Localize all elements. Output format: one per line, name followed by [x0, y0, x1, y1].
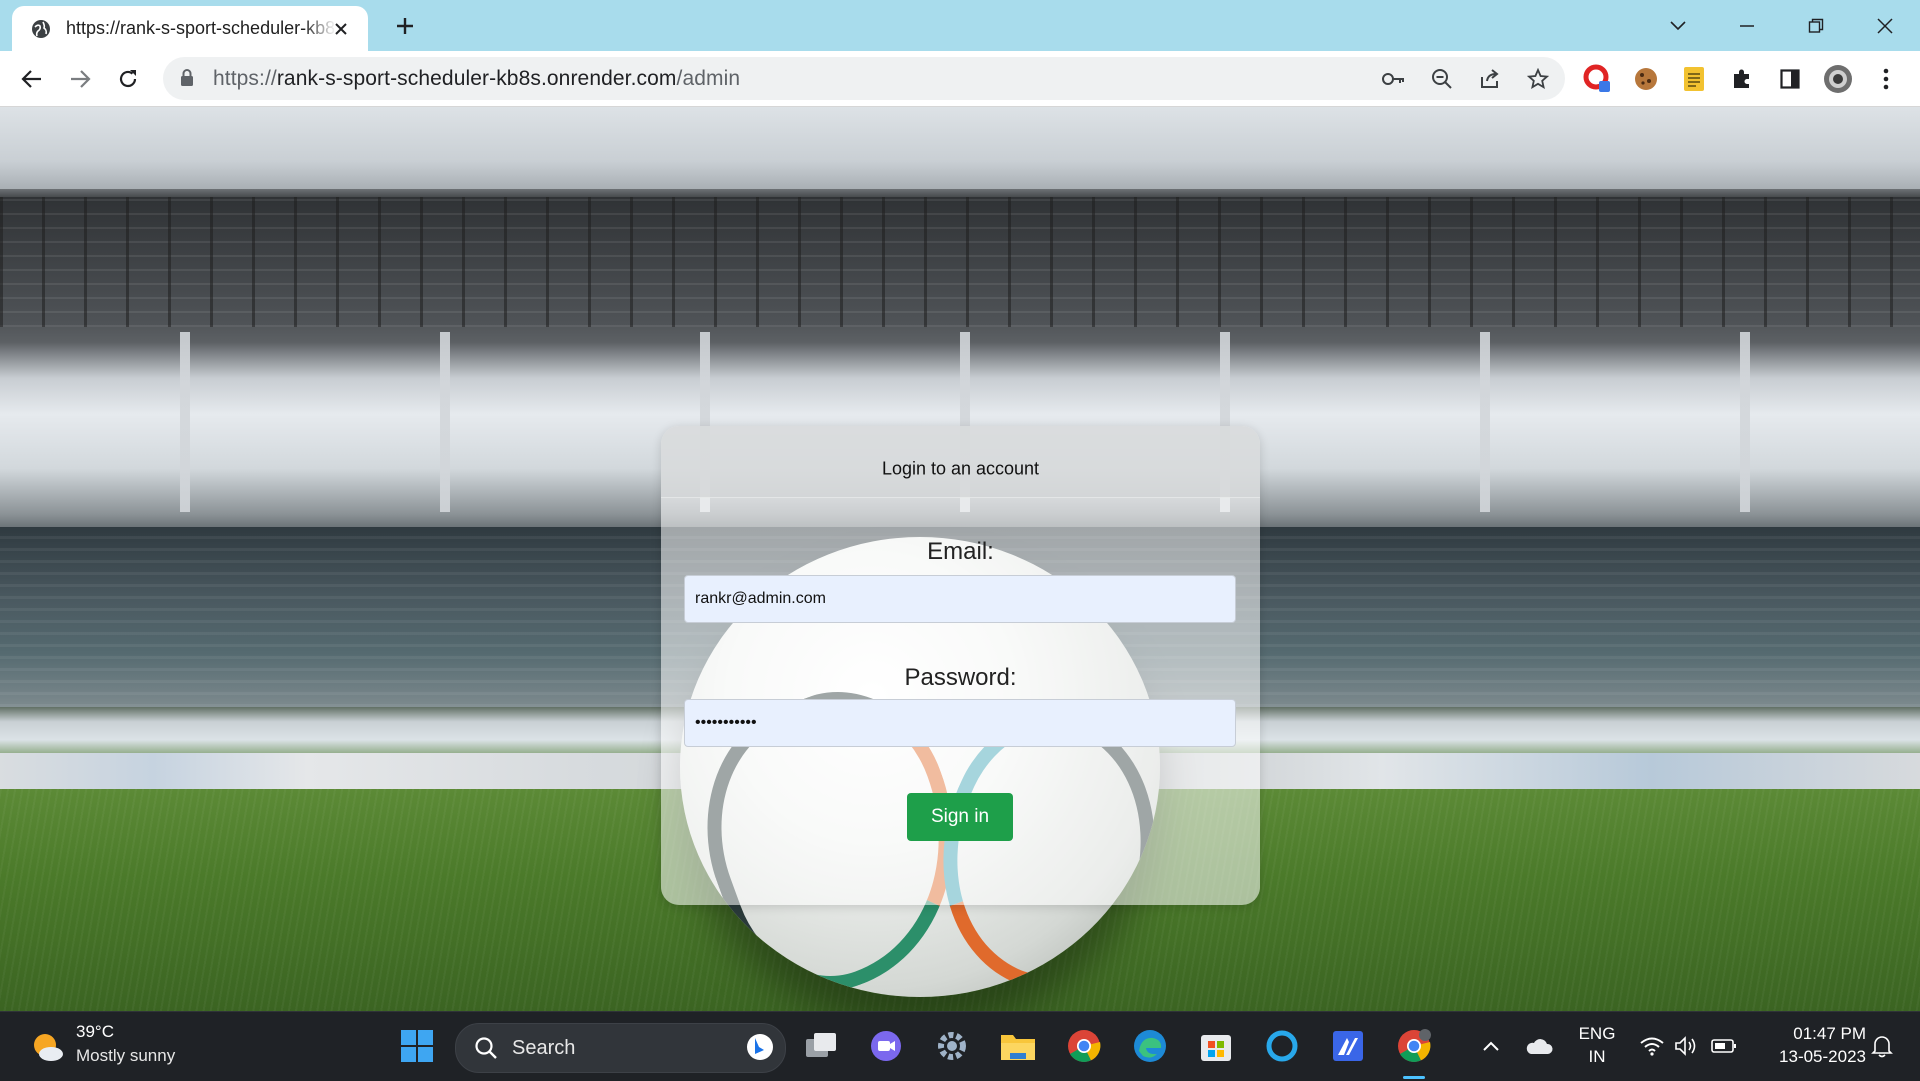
side-panel-icon[interactable]	[1774, 63, 1806, 95]
globe-icon	[30, 18, 52, 40]
windows-start-icon[interactable]	[397, 1026, 437, 1066]
new-tab-icon[interactable]	[392, 13, 418, 39]
zoom-out-icon[interactable]	[1429, 66, 1455, 92]
file-explorer-icon[interactable]	[998, 1026, 1038, 1066]
microsoft-store-icon[interactable]	[1196, 1026, 1236, 1066]
tab-title: https://rank-s-sport-scheduler-kb8s.onre…	[66, 18, 336, 38]
url-text[interactable]: https://rank-s-sport-scheduler-kb8s.onre…	[213, 67, 740, 91]
share-icon[interactable]	[1477, 66, 1503, 92]
search-icon	[474, 1036, 498, 1065]
login-card: Login to an account Email: Password: Sig…	[661, 426, 1260, 905]
password-label: Password:	[904, 664, 1017, 691]
chrome-active-icon[interactable]	[1394, 1026, 1434, 1066]
page-background: Login to an account Email: Password: Sig…	[0, 107, 1920, 1011]
email-field[interactable]	[684, 575, 1236, 623]
cortana-icon[interactable]	[1262, 1026, 1302, 1066]
notes-extension-icon[interactable]	[1678, 63, 1710, 95]
tab-search-icon[interactable]	[1662, 10, 1694, 42]
lock-icon[interactable]	[180, 69, 194, 92]
key-icon[interactable]	[1381, 66, 1407, 92]
browser-tab[interactable]: https://rank-s-sport-scheduler-kb8s.onre…	[12, 6, 368, 51]
windows-taskbar: 39°C Mostly sunny Search ENG IN 01:47 PM…	[0, 1011, 1920, 1081]
settings-gear-icon[interactable]	[932, 1026, 972, 1066]
minimize-icon[interactable]	[1731, 10, 1763, 42]
notification-bell-icon[interactable]	[1862, 1026, 1902, 1066]
clock-date[interactable]: 13-05-2023	[1756, 1047, 1866, 1067]
chevron-up-icon[interactable]	[1471, 1026, 1511, 1066]
language-indicator[interactable]: ENG	[1578, 1024, 1616, 1044]
browser-tab-bar: https://rank-s-sport-scheduler-kb8s.onre…	[0, 0, 1920, 51]
browser-toolbar: https://rank-s-sport-scheduler-kb8s.onre…	[0, 51, 1920, 107]
reload-icon[interactable]	[112, 63, 144, 95]
puzzle-extensions-icon[interactable]	[1726, 63, 1758, 95]
close-window-icon[interactable]	[1869, 10, 1901, 42]
bookmark-star-icon[interactable]	[1525, 66, 1551, 92]
teams-chat-icon[interactable]	[866, 1026, 906, 1066]
weather-temperature[interactable]: 39°C	[76, 1022, 114, 1042]
taskbar-search-box[interactable]: Search	[455, 1023, 786, 1073]
stadium-roof	[0, 197, 1920, 327]
profile-avatar[interactable]	[1822, 63, 1854, 95]
restore-icon[interactable]	[1800, 10, 1832, 42]
chrome-icon[interactable]	[1064, 1026, 1104, 1066]
search-placeholder: Search	[512, 1037, 576, 1059]
onedrive-cloud-icon[interactable]	[1519, 1026, 1559, 1066]
bing-icon[interactable]	[745, 1032, 775, 1067]
login-card-header: Login to an account	[661, 426, 1260, 498]
forward-arrow-icon[interactable]	[64, 63, 96, 95]
login-heading: Login to an account	[881, 458, 1040, 479]
sign-in-button[interactable]: Sign in	[907, 793, 1013, 841]
volume-icon[interactable]	[1666, 1026, 1706, 1066]
active-app-indicator	[1403, 1076, 1425, 1079]
back-arrow-icon[interactable]	[16, 63, 48, 95]
password-field[interactable]	[684, 699, 1236, 747]
region-indicator[interactable]: IN	[1578, 1047, 1616, 1067]
edge-icon[interactable]	[1130, 1026, 1170, 1066]
task-view-icon[interactable]	[801, 1026, 841, 1066]
menu-kebab-icon[interactable]	[1870, 63, 1902, 95]
address-bar[interactable]: https://rank-s-sport-scheduler-kb8s.onre…	[163, 57, 1565, 100]
battery-icon[interactable]	[1704, 1026, 1744, 1066]
weather-sun-icon[interactable]	[30, 1029, 66, 1065]
extension-red-icon[interactable]	[1582, 63, 1614, 95]
weather-condition[interactable]: Mostly sunny	[76, 1046, 175, 1066]
email-label: Email:	[927, 538, 994, 565]
clock-time[interactable]: 01:47 PM	[1756, 1024, 1866, 1044]
vscode-style-app-icon[interactable]	[1328, 1026, 1368, 1066]
close-tab-icon[interactable]	[330, 18, 352, 40]
cookie-extension-icon[interactable]	[1630, 63, 1662, 95]
